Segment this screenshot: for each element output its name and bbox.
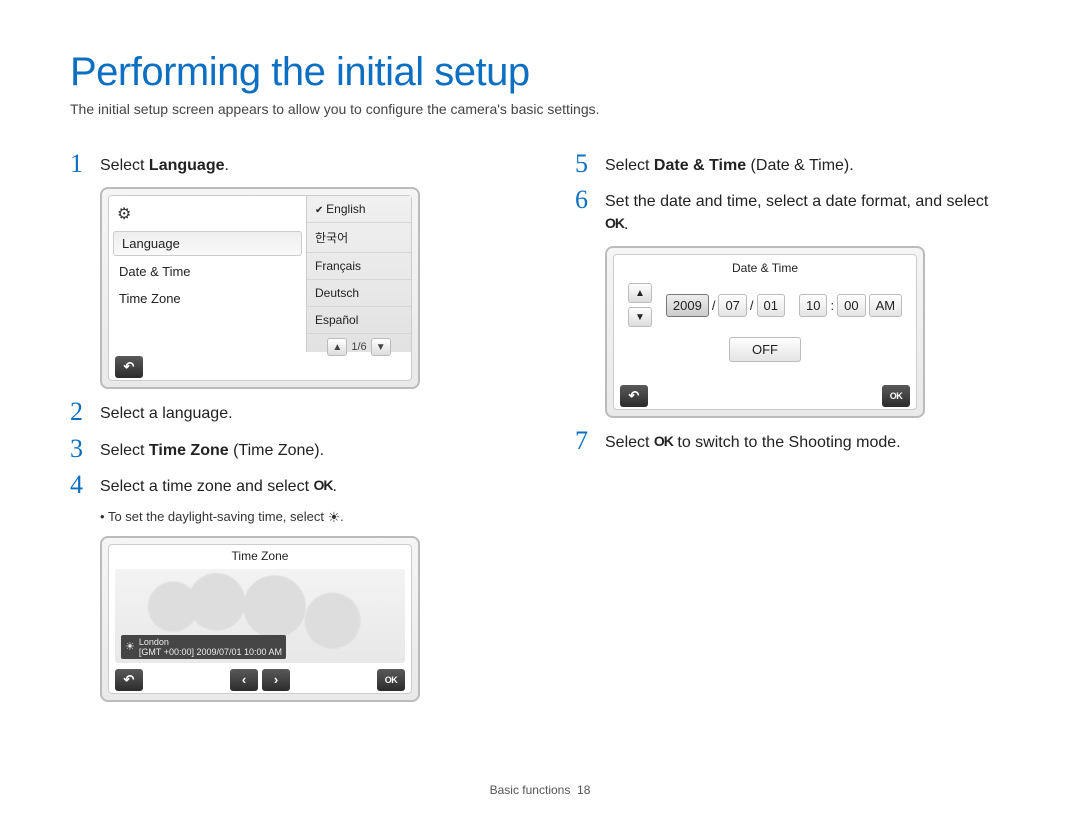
page-title: Performing the initial setup [70, 50, 1010, 95]
step-2: 2 Select a language. [70, 399, 505, 425]
back-button[interactable]: ↶ [620, 385, 648, 407]
sep: / [750, 298, 754, 313]
ok-icon: OK [605, 214, 624, 234]
step-4-note: To set the daylight-saving time, select … [100, 509, 505, 526]
step-bold: Language [149, 157, 225, 174]
footer-section: Basic functions [490, 783, 571, 797]
step-text-post: . [224, 157, 228, 174]
step-number: 2 [70, 399, 90, 425]
step-text: Select a time zone and select [100, 478, 313, 495]
value-up-icon[interactable]: ▲ [628, 283, 652, 303]
language-option-spanish[interactable]: Español [307, 307, 411, 334]
step-3: 3 Select Time Zone (Time Zone). [70, 436, 505, 462]
language-option-german[interactable]: Deutsch [307, 280, 411, 307]
language-pager: ▲ 1/6 ▼ [307, 334, 411, 360]
menu-item-time-zone[interactable]: Time Zone [109, 285, 306, 312]
pager-text: 1/6 [351, 341, 366, 353]
timezone-city: London [139, 637, 282, 647]
date-format-off[interactable]: OFF [729, 337, 801, 362]
language-screen: Language Date & Time Time Zone English 한… [100, 187, 420, 389]
timezone-detail: [GMT +00:00] 2009/07/01 10:00 AM [139, 647, 282, 657]
minute-field[interactable]: 00 [837, 294, 865, 317]
timezone-info: London [GMT +00:00] 2009/07/01 10:00 AM [121, 635, 286, 659]
ok-icon: OK [313, 476, 332, 496]
back-button[interactable]: ↶ [115, 669, 143, 691]
step-text: Select [605, 434, 654, 451]
year-field[interactable]: 2009 [666, 294, 709, 317]
ok-button[interactable]: OK [882, 385, 910, 407]
step-bold: Time Zone [149, 442, 229, 459]
step-number: 3 [70, 436, 90, 462]
sun-icon [328, 509, 341, 524]
gear-icon [117, 207, 131, 222]
page-down-icon[interactable]: ▼ [371, 338, 391, 356]
step-4-note-text: To set the daylight-saving time, select [108, 509, 328, 524]
step-text-post: . [332, 478, 336, 495]
ok-button[interactable]: OK [377, 669, 405, 691]
sep: / [712, 298, 716, 313]
left-column: 1 Select Language. Language Date & Time … [70, 141, 505, 712]
step-4: 4 Select a time zone and select OK. [70, 472, 505, 498]
world-map[interactable]: London [GMT +00:00] 2009/07/01 10:00 AM [115, 569, 405, 663]
prev-arrow-icon[interactable]: ‹ [230, 669, 258, 691]
step-7: 7 Select OK to switch to the Shooting mo… [575, 428, 1010, 454]
step-number: 5 [575, 151, 595, 177]
back-button[interactable]: ↶ [115, 356, 143, 378]
step-text-post: to switch to the Shooting mode. [673, 434, 901, 451]
sep: : [830, 298, 834, 313]
language-options: English 한국어 Français Deutsch Español ▲ 1… [306, 196, 411, 352]
menu-item-date-time[interactable]: Date & Time [109, 258, 306, 285]
timezone-title: Time Zone [109, 545, 411, 567]
next-arrow-icon[interactable]: › [262, 669, 290, 691]
page-footer: Basic functions 18 [0, 783, 1080, 797]
step-5: 5 Select Date & Time (Date & Time). [575, 151, 1010, 177]
value-down-icon[interactable]: ▼ [628, 307, 652, 327]
language-option-korean[interactable]: 한국어 [307, 223, 411, 253]
step-number: 4 [70, 472, 90, 498]
step-bold: Date & Time [654, 157, 746, 174]
step-number: 1 [70, 151, 90, 177]
footer-page: 18 [577, 783, 590, 797]
day-field[interactable]: 01 [757, 294, 785, 317]
step-6: 6 Set the date and time, select a date f… [575, 187, 1010, 236]
step-text: Select [100, 157, 149, 174]
datetime-screen: Date & Time ▲ ▼ 2009 / 07 / 01 [605, 246, 925, 418]
step-text: Set the date and time, select a date for… [605, 193, 988, 210]
settings-menu: Language Date & Time Time Zone [109, 196, 306, 352]
timezone-screen: Time Zone London [GMT +00:00] 2009/07/01… [100, 536, 420, 702]
step-text-post: (Date & Time). [746, 157, 854, 174]
intro-text: The initial setup screen appears to allo… [70, 101, 1010, 117]
page-up-icon[interactable]: ▲ [327, 338, 347, 356]
dst-sun-icon[interactable] [125, 640, 135, 653]
step-text-post: (Time Zone). [229, 442, 324, 459]
step-text: Select [100, 442, 149, 459]
right-column: 5 Select Date & Time (Date & Time). 6 Se… [575, 141, 1010, 712]
datetime-fields: 2009 / 07 / 01 10 : 00 AM [666, 294, 902, 317]
month-field[interactable]: 07 [718, 294, 746, 317]
step-text: Select a language. [100, 399, 505, 425]
step-text: Select [605, 157, 654, 174]
step-text-post: . [624, 216, 628, 233]
step-1: 1 Select Language. [70, 151, 505, 177]
datetime-title: Date & Time [732, 255, 798, 281]
language-option-french[interactable]: Français [307, 253, 411, 280]
hour-field[interactable]: 10 [799, 294, 827, 317]
ok-icon: OK [654, 432, 673, 452]
step-number: 7 [575, 428, 595, 454]
menu-item-language[interactable]: Language [113, 231, 302, 256]
step-number: 6 [575, 187, 595, 236]
language-option-english[interactable]: English [307, 196, 411, 223]
ampm-field[interactable]: AM [869, 294, 903, 317]
